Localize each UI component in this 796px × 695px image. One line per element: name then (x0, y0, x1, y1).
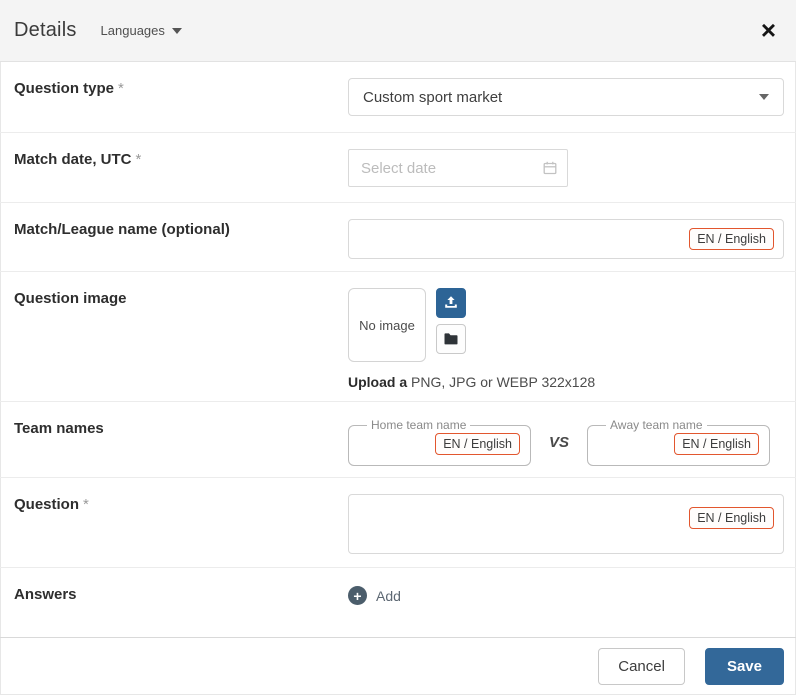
row-question-image: Question image No image Upload a PNG, JP… (0, 272, 796, 402)
modal-footer: Cancel Save (0, 637, 796, 695)
row-answers: Answers + Add (0, 568, 796, 637)
browse-folder-button[interactable] (436, 324, 466, 354)
languages-dropdown[interactable]: Languages (101, 23, 182, 38)
required-mark: * (83, 496, 89, 513)
folder-icon (444, 333, 458, 345)
row-match-date: Match date, UTC * (0, 133, 796, 203)
required-mark: * (135, 151, 142, 168)
league-name-label: Match/League name (optional) (14, 221, 230, 238)
league-name-field: EN / English (348, 219, 784, 259)
question-type-value: Custom sport market (363, 88, 503, 106)
match-date-field (348, 149, 568, 187)
page-title: Details (14, 19, 77, 41)
upload-image-button[interactable] (436, 288, 466, 318)
question-image-label: Question image (14, 290, 127, 307)
cancel-button[interactable]: Cancel (598, 648, 685, 685)
question-type-select[interactable]: Custom sport market (348, 78, 784, 116)
question-type-label: Question type * (14, 80, 124, 97)
image-preview-placeholder: No image (348, 288, 426, 362)
question-field: EN / English (348, 494, 784, 554)
languages-label: Languages (100, 23, 165, 38)
add-answer-button[interactable]: + Add (348, 586, 401, 605)
language-badge[interactable]: EN / English (689, 228, 774, 250)
answers-label: Answers (14, 586, 77, 603)
match-date-input[interactable] (349, 150, 567, 186)
row-question-type: Question type * Custom sport market (0, 62, 796, 133)
upload-hint: Upload a PNG, JPG or WEBP 322x128 (348, 374, 596, 390)
calendar-icon[interactable] (542, 160, 558, 176)
home-team-field[interactable]: Home team name EN / English (348, 418, 531, 466)
home-team-floating-label: Home team name (371, 418, 467, 432)
chevron-down-icon (759, 94, 769, 100)
close-icon: × (760, 15, 776, 45)
row-league-name: Match/League name (optional) EN / Englis… (0, 203, 796, 272)
question-label: Question * (14, 496, 89, 513)
plus-icon: + (348, 586, 367, 605)
chevron-down-icon (171, 27, 182, 34)
away-team-floating-label: Away team name (610, 418, 703, 432)
close-button[interactable]: × (755, 15, 782, 46)
language-badge[interactable]: EN / English (674, 433, 759, 455)
row-question: Question * EN / English (0, 478, 796, 568)
details-modal: Details Languages × Question type * Custo… (0, 0, 796, 695)
required-mark: * (118, 80, 124, 97)
match-date-label: Match date, UTC * (14, 151, 142, 168)
upload-icon (445, 296, 457, 308)
vs-separator: VS (548, 433, 569, 451)
team-names-label: Team names (14, 420, 104, 437)
language-badge[interactable]: EN / English (689, 507, 774, 529)
modal-header: Details Languages × (0, 0, 796, 62)
row-team-names: Team names Home team name EN / English V… (0, 402, 796, 478)
away-team-field[interactable]: Away team name EN / English (587, 418, 770, 466)
add-answer-label: Add (376, 587, 401, 604)
save-button[interactable]: Save (704, 648, 784, 685)
language-badge[interactable]: EN / English (435, 433, 520, 455)
